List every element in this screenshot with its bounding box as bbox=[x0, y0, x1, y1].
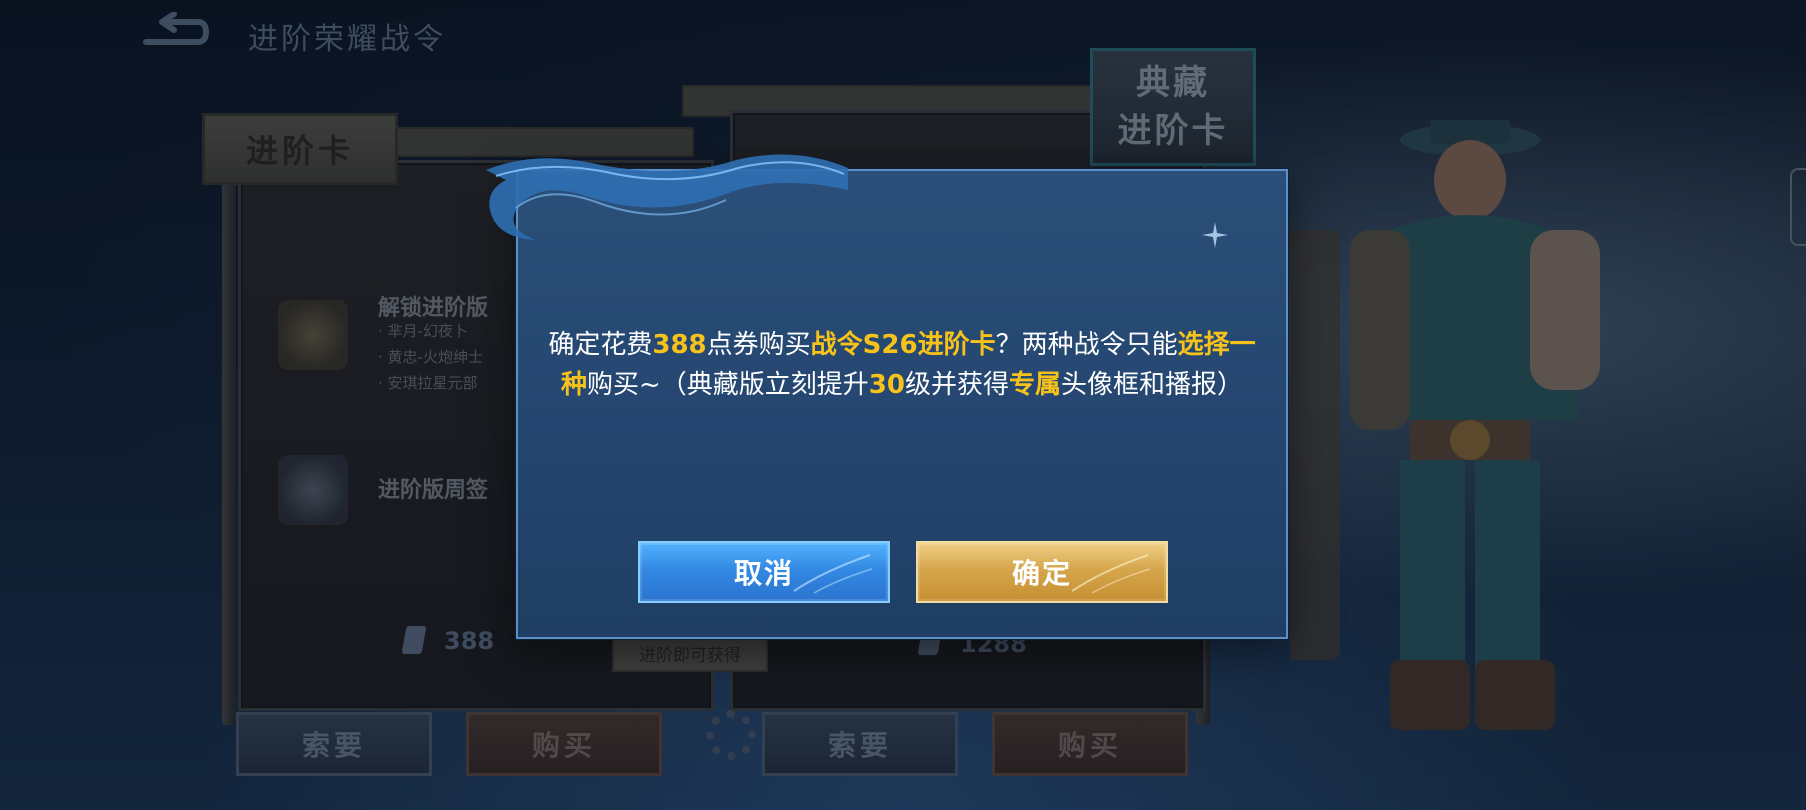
confirm-button[interactable]: 确定 bbox=[916, 541, 1168, 603]
cloud-swirl-decoration bbox=[486, 154, 848, 240]
game-screen: 进阶荣耀战令 进阶卡 解锁进阶版 · 芈月-幻夜卜 · 黄忠-火炮绅士 · 安琪… bbox=[0, 0, 1806, 810]
message-text: 头像框和播报） bbox=[1061, 370, 1244, 400]
message-text: ？两种战令只能 bbox=[995, 330, 1178, 360]
cost-highlight: 388 bbox=[652, 330, 707, 360]
item-highlight: 战令S26进阶卡 bbox=[810, 330, 996, 360]
confirm-button-label: 确定 bbox=[1011, 557, 1072, 590]
button-shine-decoration bbox=[793, 554, 873, 594]
cancel-button-label: 取消 bbox=[733, 557, 794, 590]
message-text: 购买~（典藏版立刻提升 bbox=[586, 370, 869, 400]
cancel-button[interactable]: 取消 bbox=[638, 541, 890, 603]
message-text: 确定花费 bbox=[548, 330, 653, 360]
sparkle-icon bbox=[1202, 222, 1228, 248]
level-highlight: 30 bbox=[868, 370, 905, 400]
message-text: 点券购买 bbox=[706, 330, 811, 360]
button-shine-decoration bbox=[1071, 554, 1151, 594]
dialog-message: 确定花费388点券购买战令S26进阶卡？两种战令只能选择一种购买~（典藏版立刻提… bbox=[540, 325, 1264, 405]
message-text: 级并获得 bbox=[904, 370, 1009, 400]
exclusive-highlight: 专属 bbox=[1008, 370, 1061, 400]
